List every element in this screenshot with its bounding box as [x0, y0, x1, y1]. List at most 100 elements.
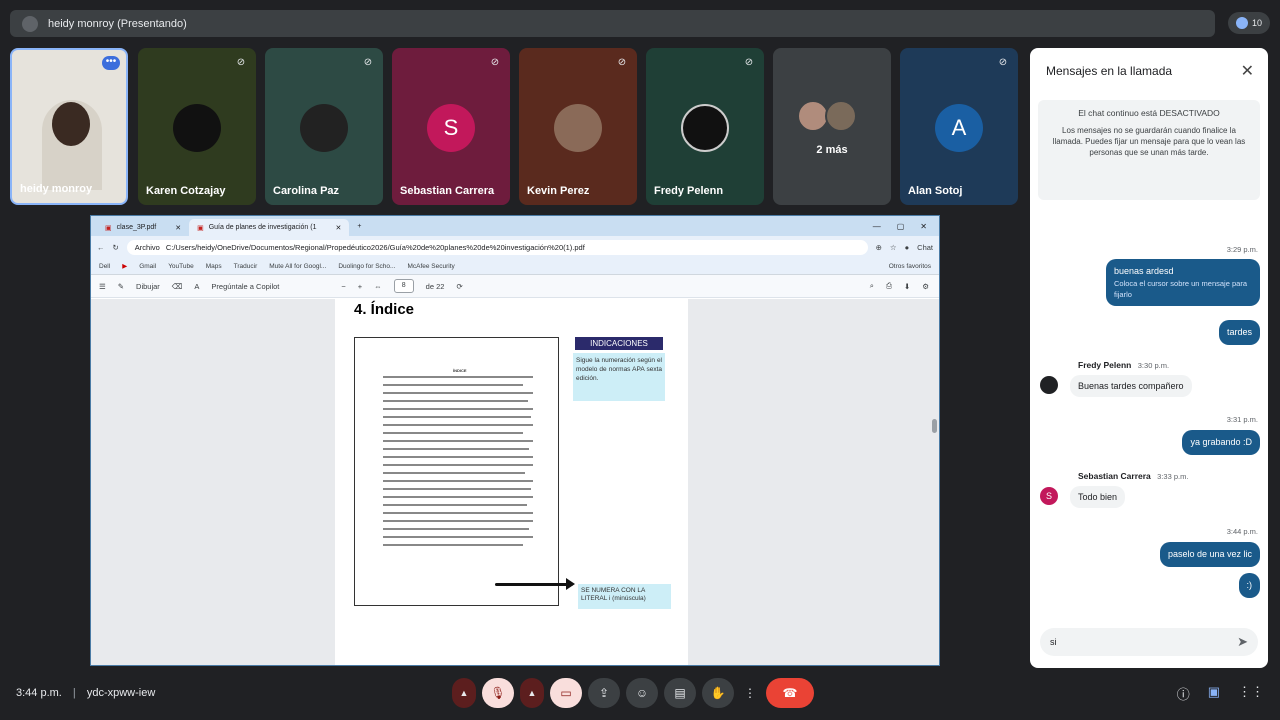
profile-icon[interactable]: ●	[905, 243, 910, 252]
copilot-chat-button[interactable]: Chat	[917, 243, 933, 252]
chat-message[interactable]: tardes	[1218, 320, 1260, 345]
tile-sebastian[interactable]: ⊘ S Sebastian Carrera	[392, 48, 510, 205]
close-icon[interactable]: ✕	[175, 224, 181, 232]
message-time: 3:31 p.m.	[1226, 415, 1258, 424]
index-line	[383, 408, 533, 410]
video-options-button[interactable]: ▲	[520, 678, 544, 708]
search-icon[interactable]: ⌕	[870, 281, 874, 291]
minimize-icon[interactable]: —	[873, 222, 881, 231]
numbering-note: SE NUMERA CON LA LITERAL i (minúscula)	[578, 584, 671, 609]
bookmark[interactable]: McAfee Security	[407, 263, 454, 270]
indicaciones-body: Sigue la numeración según el modelo de n…	[573, 353, 665, 401]
tile-carolina[interactable]: ⊘ Carolina Paz	[265, 48, 383, 205]
reload-icon[interactable]: ↻	[113, 243, 119, 252]
chat-message[interactable]: paselo de una vez lic	[1159, 542, 1260, 567]
url-field[interactable]: Archivo C:/Users/heidy/OneDrive/Document…	[126, 239, 868, 255]
bookmark[interactable]: Gmail	[139, 263, 156, 270]
chat-message[interactable]: Buenas tardes compañero	[1070, 375, 1192, 397]
chat-input[interactable]: si ➤	[1040, 628, 1258, 656]
sender-time: 3:30 p.m.	[1137, 361, 1170, 370]
bookmark[interactable]: Duolingo for Scho...	[338, 263, 395, 270]
avatar	[173, 104, 221, 152]
save-icon[interactable]: ⬇	[904, 282, 910, 291]
zoom-in-icon[interactable]: +	[358, 282, 362, 291]
more-options-icon[interactable]: ⋮	[740, 678, 760, 708]
chat-title: Mensajes en la llamada	[1046, 64, 1173, 78]
bookmarks-bar: Dell ▶ Gmail YouTube Maps Traducir Mute …	[91, 258, 939, 275]
index-title: ÍNDICE	[453, 368, 467, 373]
new-tab-icon[interactable]: +	[349, 223, 369, 230]
tile-karen[interactable]: ⊘ Karen Cotzajay	[138, 48, 256, 205]
activities-icon[interactable]: ⋮⋮	[1238, 684, 1264, 703]
tile-more[interactable]: 2 más	[773, 48, 891, 205]
print-icon[interactable]: ⎙	[886, 281, 892, 291]
avatar: S	[427, 104, 475, 152]
settings-icon[interactable]: ⚙	[922, 282, 939, 291]
sender-time: 3:33 p.m.	[1157, 472, 1189, 481]
audio-options-button[interactable]: ▲	[452, 678, 476, 708]
back-icon[interactable]: ←	[97, 243, 105, 252]
raise-hand-icon[interactable]: ✋	[702, 678, 734, 708]
more-options-icon[interactable]: •••	[102, 56, 120, 70]
contents-icon[interactable]: ☰	[99, 282, 106, 291]
tile-heidy[interactable]: ••• heidy monroy	[10, 48, 128, 205]
present-button[interactable]: ⇪	[588, 678, 620, 708]
tile-fredy[interactable]: ⊘ Fredy Pelenn	[646, 48, 764, 205]
star-icon[interactable]: ☆	[890, 243, 897, 252]
call-controls: ▲ 🎙 ▲ ▭ ⇪ ☺ ▤ ✋ ⋮ ☎	[452, 676, 814, 710]
chat-message[interactable]: buenas ardesd Coloca el cursor sobre un …	[1106, 259, 1260, 306]
index-line	[383, 528, 529, 530]
tab-guia[interactable]: ▣ Guía de planes de investigación (1 ✕	[189, 219, 350, 236]
separator: |	[72, 687, 76, 699]
chat-message[interactable]: ya grabando :D	[1182, 430, 1260, 455]
close-icon[interactable]: ✕	[336, 224, 342, 232]
bookmark[interactable]: Traducir	[234, 263, 258, 270]
bookmark[interactable]: Maps	[206, 263, 222, 270]
camera-off-button[interactable]: ▭	[550, 678, 582, 708]
copilot-button[interactable]: Pregúntale a Copilot	[211, 282, 279, 291]
fit-icon[interactable]: ⇔	[374, 282, 382, 291]
mic-off-icon: ⊘	[744, 57, 754, 68]
bookmark-youtube-red[interactable]: ▶	[122, 262, 127, 270]
avatar: A	[935, 104, 983, 152]
bookmark[interactable]: Dell	[99, 263, 110, 270]
read-aloud-icon[interactable]: A	[194, 282, 199, 291]
captions-icon[interactable]: ▤	[664, 678, 696, 708]
mic-off-icon: ⊘	[617, 57, 627, 68]
chat-message[interactable]: :)	[1238, 573, 1260, 598]
message-text: Buenas tardes compañero	[1078, 381, 1184, 391]
erase-icon[interactable]: ⌫	[172, 282, 183, 291]
tile-alan[interactable]: ⊘ A Alan Sotoj	[900, 48, 1018, 205]
scrollbar[interactable]	[932, 419, 937, 433]
highlight-icon[interactable]: ✎	[118, 282, 124, 291]
emoji-icon[interactable]: ☺	[626, 678, 658, 708]
info-icon[interactable]: ⓘ	[1177, 684, 1190, 703]
people-button[interactable]: 10	[1228, 12, 1270, 34]
index-line	[383, 448, 529, 450]
maximize-icon[interactable]: ▢	[897, 222, 905, 231]
people-count: 10	[1251, 18, 1262, 28]
sender-name: Fredy Pelenn	[1078, 360, 1132, 370]
chat-input-value: si	[1050, 637, 1057, 647]
chat-icon[interactable]: ▣	[1208, 684, 1220, 703]
other-favorites[interactable]: Otros favoritos	[889, 263, 939, 270]
tile-name: Alan Sotoj	[908, 185, 963, 197]
send-icon[interactable]: ➤	[1237, 634, 1248, 650]
chat-message[interactable]: Todo bien	[1070, 486, 1126, 508]
draw-button[interactable]: Dibujar	[136, 282, 160, 291]
index-image: ÍNDICE	[354, 337, 559, 606]
tile-kevin[interactable]: ⊘ Kevin Perez	[519, 48, 637, 205]
bookmark[interactable]: Mute All for Googl...	[269, 263, 326, 270]
zoom-out-icon[interactable]: −	[341, 282, 345, 291]
leave-call-button[interactable]: ☎	[766, 678, 814, 708]
pdf-viewport[interactable]: 4. Índice ÍNDICE INDICACIONES Sigue la n…	[91, 299, 939, 665]
close-icon[interactable]: ✕	[1241, 61, 1254, 81]
zoom-icon[interactable]: ⊕	[876, 243, 882, 252]
close-window-icon[interactable]: ✕	[920, 222, 927, 231]
tab-clase[interactable]: ▣ clase_3P.pdf ✕	[97, 219, 189, 236]
rotate-icon[interactable]: ⟳	[456, 282, 462, 291]
page-number-input[interactable]: 8	[393, 279, 414, 293]
bookmark[interactable]: YouTube	[168, 263, 194, 270]
mic-off-button[interactable]: 🎙	[482, 678, 514, 708]
tile-name: heidy monroy	[20, 183, 93, 195]
